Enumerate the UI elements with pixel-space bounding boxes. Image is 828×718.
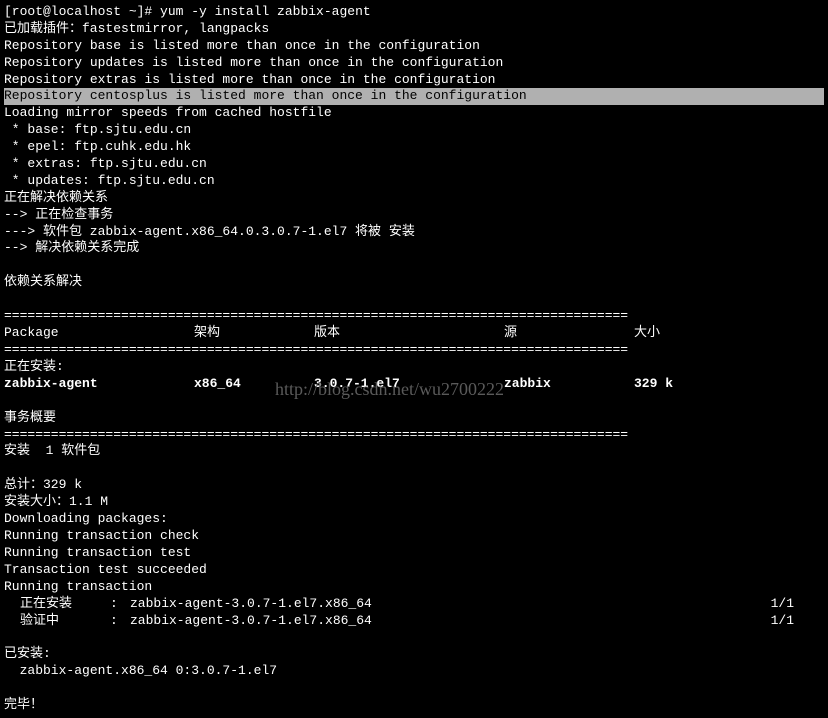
col-header-repo: 源 <box>504 325 634 342</box>
repo-warning-extras: Repository extras is listed more than on… <box>4 72 824 89</box>
blank-line <box>4 629 824 646</box>
installed-package: zabbix-agent.x86_64 0:3.0.7-1.el7 <box>4 663 824 680</box>
pkg-size: 329 k <box>634 376 694 393</box>
blank-line <box>4 291 824 308</box>
mirror-epel: * epel: ftp.cuhk.edu.hk <box>4 139 824 156</box>
action-verifying: 验证中 <box>4 613 110 630</box>
loading-mirror: Loading mirror speeds from cached hostfi… <box>4 105 824 122</box>
rule-summary: ========================================… <box>4 427 824 444</box>
dep-checking: --> 正在检查事务 <box>4 207 824 224</box>
dep-resolving: 正在解决依赖关系 <box>4 190 824 207</box>
mirror-updates: * updates: ftp.sjtu.edu.cn <box>4 173 824 190</box>
repo-warning-centosplus: Repository centosplus is listed more tha… <box>4 88 824 105</box>
rule-top: ========================================… <box>4 308 824 325</box>
transaction-count: 1/1 <box>754 613 824 630</box>
blank-line <box>4 393 824 410</box>
col-header-size: 大小 <box>634 325 694 342</box>
deps-resolved-header: 依赖关系解决 <box>4 274 824 291</box>
pkg-version: 3.0.7-1.el7 <box>314 376 504 393</box>
mirror-extras: * extras: ftp.sjtu.edu.cn <box>4 156 824 173</box>
running-test: Running transaction test <box>4 545 824 562</box>
prompt-line: [root@localhost ~]# yum -y install zabbi… <box>4 4 824 21</box>
table-header: Package 架构 版本 源 大小 <box>4 325 824 342</box>
dep-done: --> 解决依赖关系完成 <box>4 240 824 257</box>
command-text: yum -y install zabbix-agent <box>160 4 371 19</box>
plugins-loaded: 已加载插件：fastestmirror, langpacks <box>4 21 824 38</box>
installed-size: 安装大小：1.1 M <box>4 494 824 511</box>
repo-warning-base: Repository base is listed more than once… <box>4 38 824 55</box>
colon: : <box>110 596 130 613</box>
installing-header: 正在安装: <box>4 359 824 376</box>
complete: 完毕！ <box>4 697 824 714</box>
transaction-install-row: 正在安装 : zabbix-agent-3.0.7-1.el7.x86_64 1… <box>4 596 824 613</box>
transaction-package: zabbix-agent-3.0.7-1.el7.x86_64 <box>130 613 754 630</box>
pkg-name: zabbix-agent <box>4 376 194 393</box>
dep-package: ---> 软件包 zabbix-agent.x86_64.0.3.0.7-1.e… <box>4 224 824 241</box>
action-installing: 正在安装 <box>4 596 110 613</box>
blank-line <box>4 680 824 697</box>
transaction-verify-row: 验证中 : zabbix-agent-3.0.7-1.el7.x86_64 1/… <box>4 613 824 630</box>
repo-warning-updates: Repository updates is listed more than o… <box>4 55 824 72</box>
downloading-packages: Downloading packages: <box>4 511 824 528</box>
installed-header: 已安装: <box>4 646 824 663</box>
running-check: Running transaction check <box>4 528 824 545</box>
col-header-arch: 架构 <box>194 325 314 342</box>
pkg-repo: zabbix <box>504 376 634 393</box>
shell-prompt: [root@localhost ~]# <box>4 4 160 19</box>
blank-line <box>4 460 824 477</box>
transaction-summary: 事务概要 <box>4 410 824 427</box>
test-succeeded: Transaction test succeeded <box>4 562 824 579</box>
pkg-arch: x86_64 <box>194 376 314 393</box>
running-transaction: Running transaction <box>4 579 824 596</box>
install-count: 安装 1 软件包 <box>4 443 824 460</box>
col-header-version: 版本 <box>314 325 504 342</box>
col-header-package: Package <box>4 325 194 342</box>
mirror-base: * base: ftp.sjtu.edu.cn <box>4 122 824 139</box>
total-size: 总计：329 k <box>4 477 824 494</box>
colon: : <box>110 613 130 630</box>
blank-line <box>4 257 824 274</box>
rule-mid: ========================================… <box>4 342 824 359</box>
transaction-count: 1/1 <box>754 596 824 613</box>
table-row: zabbix-agent x86_64 3.0.7-1.el7 zabbix 3… <box>4 376 824 393</box>
transaction-package: zabbix-agent-3.0.7-1.el7.x86_64 <box>130 596 754 613</box>
